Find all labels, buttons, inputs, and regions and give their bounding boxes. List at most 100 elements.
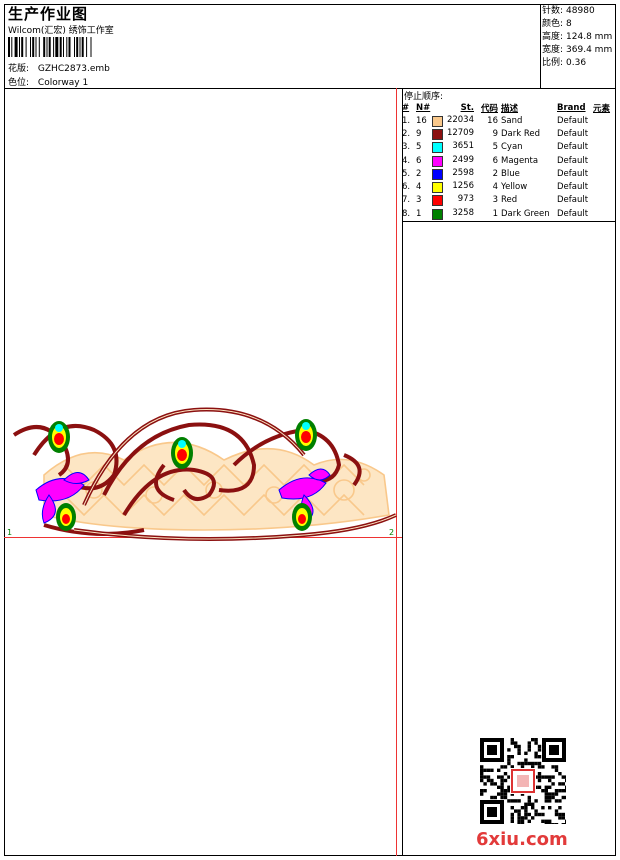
row-needle: 9	[416, 128, 422, 139]
row-needle: 2	[416, 168, 422, 179]
header-divider	[4, 88, 616, 89]
table-row: 6. 4 1256 4 Yellow Default	[402, 180, 615, 194]
row-stitches: 2598	[432, 167, 474, 180]
row-stitches: 3651	[432, 141, 474, 154]
row-code: 1	[492, 208, 498, 219]
row-code: 6	[492, 155, 498, 166]
stat-value: 0.36	[566, 58, 587, 68]
row-stitches: 3258	[432, 207, 474, 220]
col-needle: N#	[416, 102, 431, 113]
color-swatch	[432, 115, 443, 127]
row-index: 8.	[402, 208, 411, 219]
row-index: 1.	[402, 115, 411, 126]
stat-value: 369.4 mm	[566, 45, 613, 55]
row-code: 2	[492, 168, 498, 179]
col-code: 代码	[480, 103, 498, 114]
table-row: 2. 9 12709 9 Dark Red Default	[402, 127, 615, 140]
row-brand: Default	[557, 168, 589, 179]
stitch-count: 12709	[446, 127, 474, 138]
stat-label: 高度:	[542, 32, 564, 42]
file-label: 花版:	[8, 64, 30, 74]
row-element	[593, 154, 615, 167]
row-needle: 6	[416, 155, 422, 166]
row-description: Dark Green	[501, 208, 550, 219]
row-brand: Default	[557, 115, 589, 126]
stitch-count: 1256	[452, 181, 474, 192]
color-swatch	[432, 195, 443, 207]
table-row: 5. 2 2598 2 Blue Default	[402, 167, 615, 180]
stat-row: 比例: 0.36	[542, 57, 612, 70]
row-code: 4	[492, 182, 498, 193]
row-index: 2.	[402, 128, 411, 139]
stat-label: 比例:	[542, 58, 564, 68]
watermark: 6xiu.com	[476, 829, 568, 850]
row-element	[593, 114, 615, 127]
row-needle: 1	[416, 208, 422, 219]
stats-block: 针数: 48980 颜色: 8 高度: 124.8 mm 宽度: 369.4 mm 比例: 0.3…	[542, 5, 612, 70]
row-element	[593, 127, 615, 140]
stat-row: 高度: 124.8 mm	[542, 31, 612, 44]
row-brand: Default	[557, 128, 589, 139]
row-brand: Default	[557, 155, 589, 166]
col-description: 描述	[501, 103, 519, 114]
row-needle: 3	[416, 195, 422, 206]
stat-label: 宽度:	[542, 45, 564, 55]
col-brand: Brand	[557, 102, 586, 113]
color-swatch	[432, 182, 443, 194]
row-description: Cyan	[501, 142, 523, 153]
stat-value: 8	[566, 19, 572, 29]
file-name: GZHC2873.emb	[37, 64, 110, 74]
row-description: Dark Red	[501, 128, 541, 139]
row-description: Magenta	[501, 155, 539, 166]
row-element	[593, 180, 615, 193]
row-stitches: 22034	[432, 114, 474, 127]
subtitle: Wilcom(汇宏) 绣饰工作室	[8, 26, 114, 36]
table-header-row: # N# St. 代码 描述 Brand 元素	[402, 101, 615, 114]
col-element: 元素	[593, 103, 611, 114]
stitch-count: 3651	[452, 141, 474, 152]
row-element	[593, 194, 615, 207]
header-stats-divider	[540, 4, 541, 88]
colorway-label: 色位:	[8, 78, 30, 88]
embroidery-design	[12, 407, 397, 541]
file-info: 花版: GZHC2873.emb	[8, 61, 110, 74]
stitch-count: 22034	[446, 114, 474, 125]
barcode	[8, 37, 92, 57]
row-stitches: 12709	[432, 127, 474, 140]
row-stitches: 2499	[432, 154, 474, 167]
row-description: Red	[501, 195, 518, 206]
stat-row: 颜色: 8	[542, 18, 612, 31]
row-index: 6.	[402, 182, 411, 193]
row-description: Sand	[501, 115, 523, 126]
color-swatch	[432, 168, 443, 180]
row-brand: Default	[557, 208, 589, 219]
stitch-count: 2499	[452, 154, 474, 165]
color-swatch	[432, 142, 443, 154]
row-needle: 16	[416, 115, 427, 126]
stop-sequence-table: # N# St. 代码 描述 Brand 元素 1. 16 22034 16 Sand D…	[402, 101, 615, 220]
stitch-count: 2598	[452, 167, 474, 178]
table-row: 7. 3 973 3 Red Default	[402, 194, 615, 207]
row-element	[593, 167, 615, 180]
color-swatch	[432, 155, 443, 167]
row-code: 16	[487, 115, 498, 126]
row-index: 7.	[402, 195, 411, 206]
sequence-bottom-divider	[402, 221, 616, 222]
color-swatch	[432, 208, 443, 220]
stat-row: 宽度: 369.4 mm	[542, 44, 612, 57]
stitch-count: 973	[457, 194, 474, 205]
row-description: Yellow	[501, 182, 528, 193]
table-row: 3. 5 3651 5 Cyan Default	[402, 141, 615, 154]
stat-label: 颜色:	[542, 19, 564, 29]
stitch-count: 3258	[452, 207, 474, 218]
stat-row: 针数: 48980	[542, 5, 612, 18]
col-index: #	[402, 102, 410, 113]
table-row: 1. 16 22034 16 Sand Default	[402, 114, 615, 127]
stat-value: 124.8 mm	[566, 32, 613, 42]
table-row: 4. 6 2499 6 Magenta Default	[402, 154, 615, 167]
color-swatch	[432, 128, 443, 140]
qr-code	[480, 738, 566, 824]
row-code: 5	[492, 142, 498, 153]
colorway-name: Colorway 1	[37, 78, 89, 88]
stat-label: 针数:	[542, 6, 564, 16]
